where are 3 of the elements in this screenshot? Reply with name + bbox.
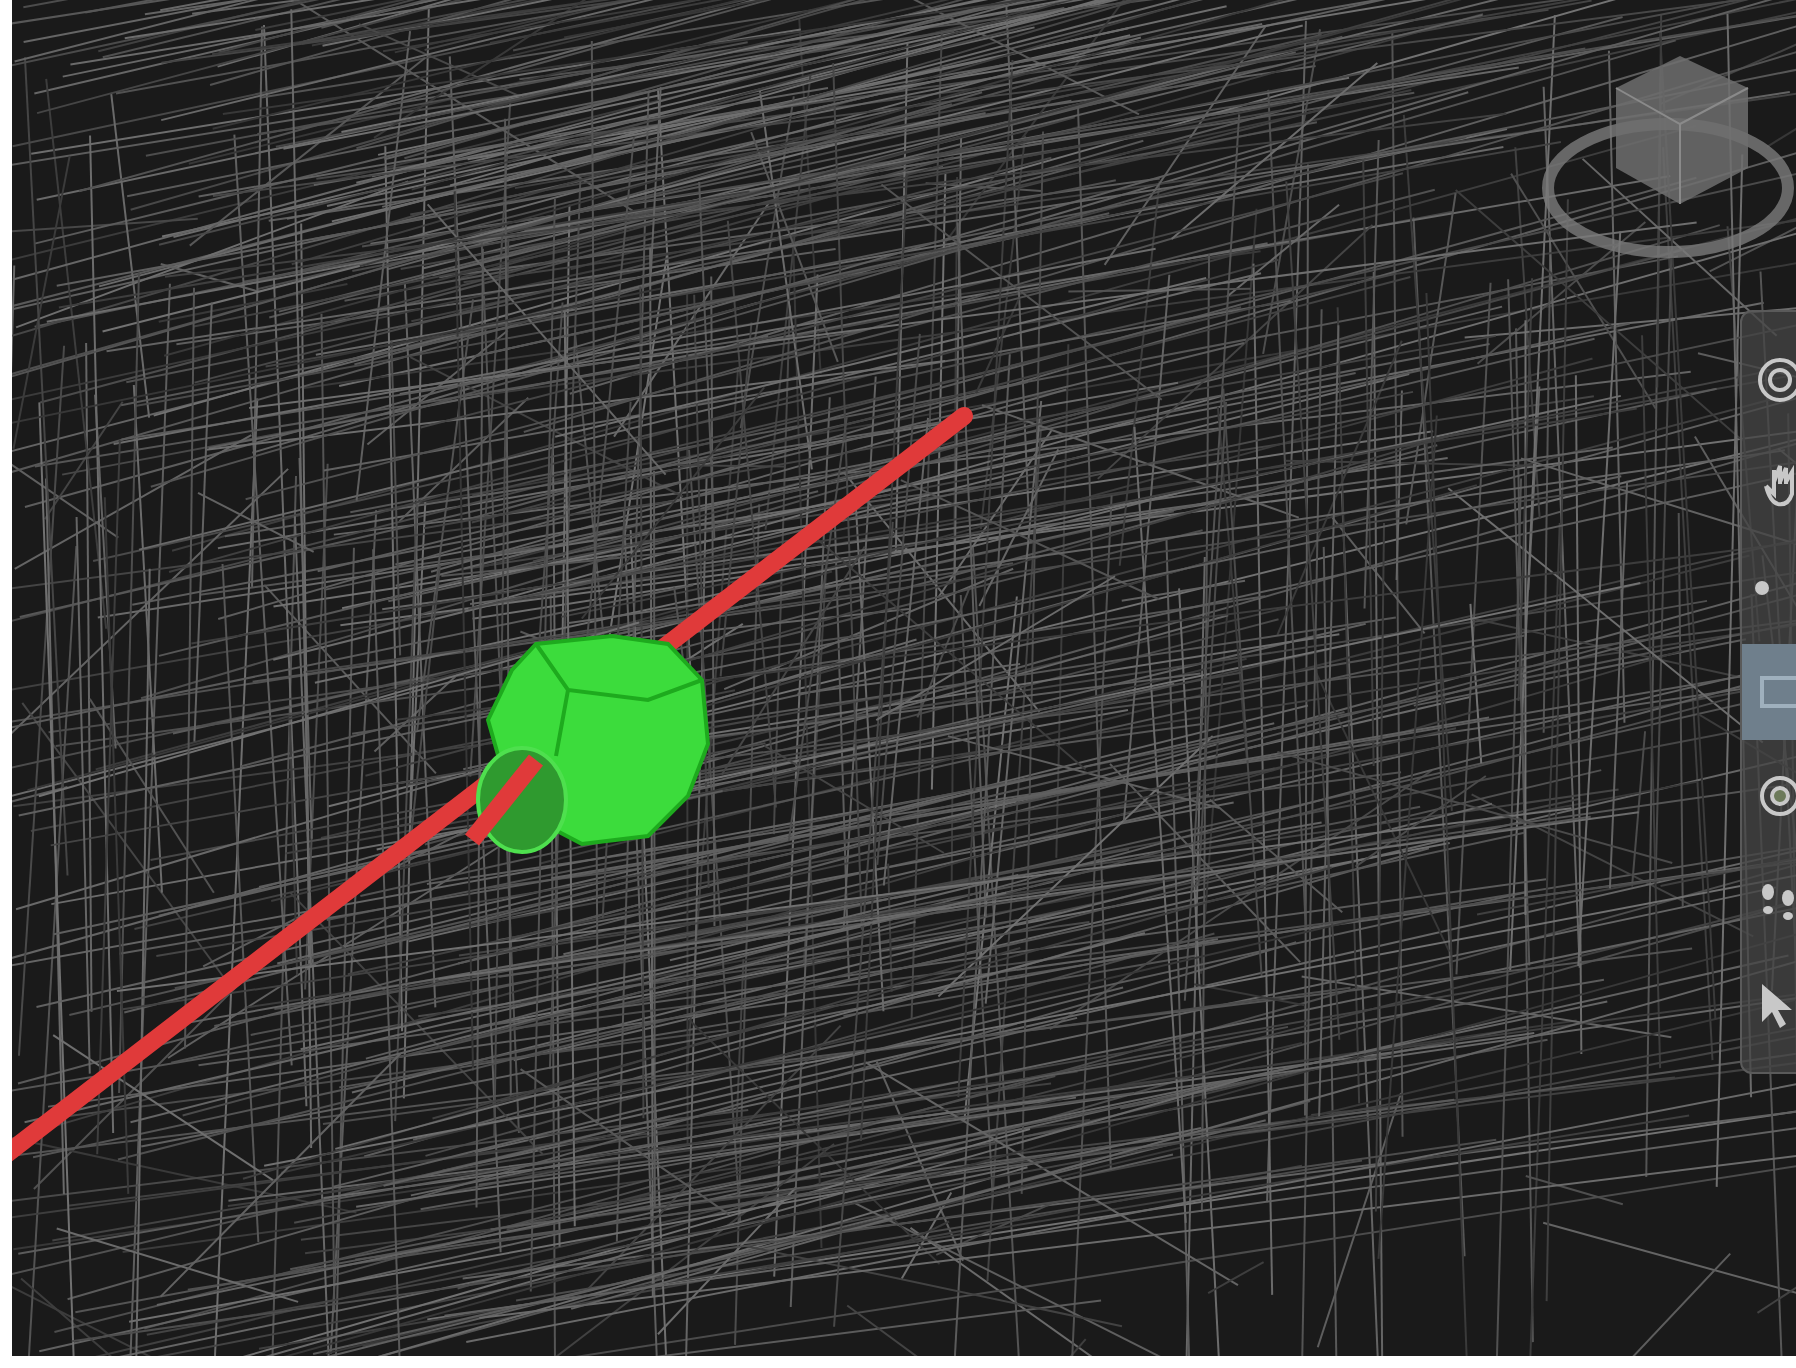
eye-icon	[1754, 770, 1796, 822]
orbit-icon	[1754, 354, 1796, 406]
dot-icon	[1754, 580, 1770, 596]
